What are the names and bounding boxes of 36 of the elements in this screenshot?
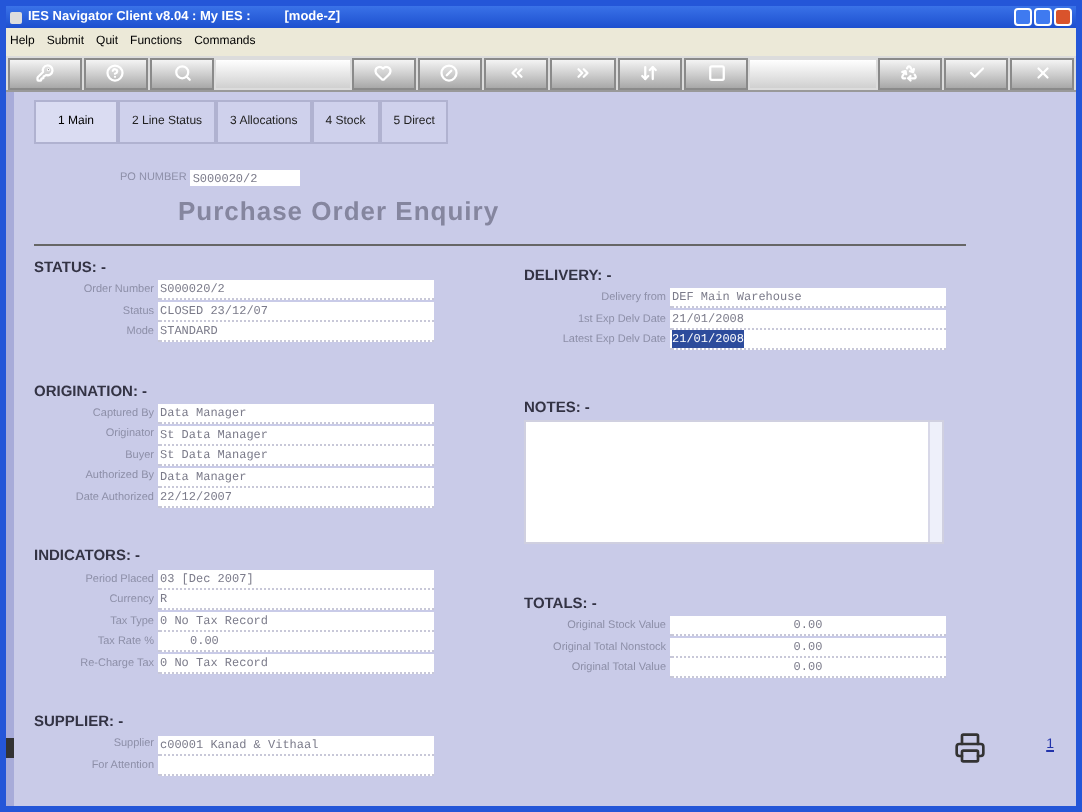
toolbar-button[interactable] (877, 57, 942, 89)
toolbar-button[interactable] (7, 57, 82, 89)
toolbar-button[interactable] (417, 57, 483, 89)
notes-field[interactable] (524, 419, 944, 544)
toolbar-button[interactable] (351, 57, 416, 89)
minimize-button[interactable] (1014, 8, 1032, 26)
printer-icon[interactable] (954, 731, 987, 763)
help-icon (106, 64, 125, 82)
toolbar-button[interactable] (149, 57, 215, 89)
close-icon (1033, 64, 1052, 82)
page-heading: Purchase Order Enquiry (178, 194, 502, 231)
toolbar-button[interactable] (683, 57, 749, 89)
side-tool-icon (6, 738, 14, 758)
toolbar-button[interactable] (83, 57, 148, 89)
recycle-icon (900, 64, 919, 82)
sort-icon (640, 64, 659, 82)
toolbar-button[interactable] (550, 57, 616, 89)
check-icon (967, 64, 986, 82)
scrollbar (928, 421, 942, 542)
toolbar-button[interactable] (617, 57, 682, 89)
slash-circle-icon (440, 64, 459, 82)
value-field[interactable] (158, 756, 434, 776)
close-button[interactable] (1054, 8, 1072, 26)
toolbar-button[interactable] (484, 57, 549, 89)
key-icon (35, 64, 54, 82)
maximize-button[interactable] (1034, 8, 1052, 26)
toolbar-spacer (750, 59, 876, 87)
double-right-icon (574, 64, 592, 82)
double-left-icon (507, 64, 526, 82)
toolbar-button[interactable] (943, 57, 1009, 89)
toolbar-button[interactable] (1010, 57, 1075, 89)
toolbar-spacer (216, 59, 350, 87)
square-icon (707, 64, 726, 82)
heart-icon (374, 64, 393, 82)
app-icon (10, 11, 22, 23)
search-icon (173, 64, 192, 82)
